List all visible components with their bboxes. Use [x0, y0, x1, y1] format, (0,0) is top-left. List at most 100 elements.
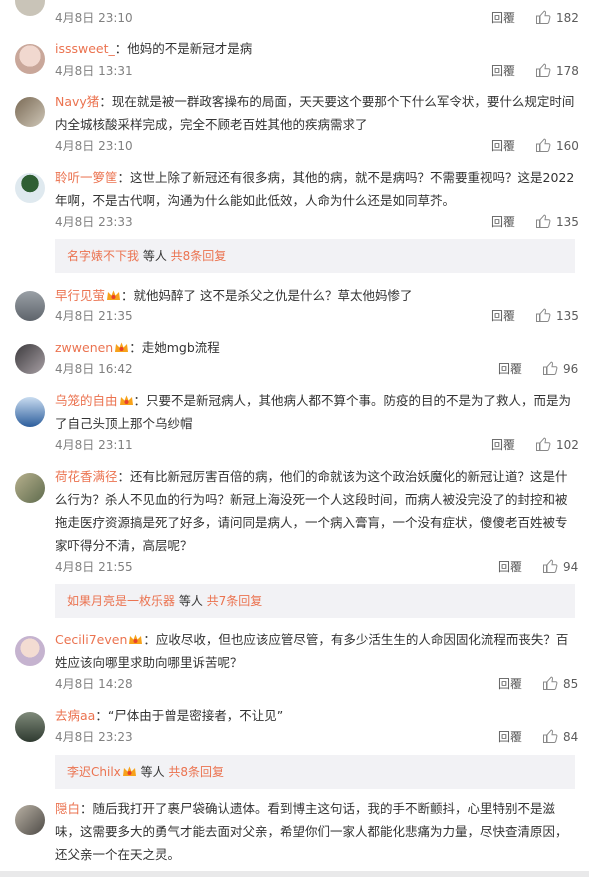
comment-content: ：他妈的不是新冠才是病 — [114, 41, 253, 56]
comment-date: 4月8日 21:35 — [55, 309, 133, 323]
sub-replies-bar[interactable]: 名字婊不下我 等人 共8条回复 — [55, 239, 575, 273]
like-count: 182 — [556, 11, 579, 25]
reply-button[interactable]: 回覆 — [491, 9, 515, 27]
username-link[interactable]: 荷花香满径 — [55, 469, 118, 484]
sub-reply-count[interactable]: 共8条回复 — [171, 249, 227, 263]
crown-badge-icon — [115, 342, 129, 352]
username-link[interactable]: Navy猪 — [55, 94, 99, 109]
comment-item: 4月8日 23:10 回覆 182 — [0, 0, 589, 32]
reply-button[interactable]: 回覆 — [491, 213, 515, 231]
comment-content: ：这世上除了新冠还有很多病，其他的病，就不是病吗？不需要重视吗？这是2022年啊… — [55, 170, 575, 208]
avatar[interactable] — [15, 173, 45, 203]
comment-text: 早行见萤 ：就他妈醉了 这不是杀父之仇是什么？草太他妈惨了 — [55, 284, 575, 307]
like-icon[interactable] — [542, 675, 558, 691]
sub-reply-and: 等人 — [175, 594, 207, 608]
like-icon[interactable] — [535, 436, 551, 452]
sub-reply-count[interactable]: 共8条回复 — [168, 765, 224, 779]
like-count: 135 — [556, 309, 579, 323]
comment-date: 4月8日 23:11 — [55, 438, 133, 452]
comment-text: 荷花香满径：还有比新冠厉害百倍的病，他们的命就该为这个政治妖魔化的新冠让道？这是… — [55, 465, 575, 557]
comment-content: ：还有比新冠厉害百倍的病，他们的命就该为这个政治妖魔化的新冠让道？这是什么行为？… — [55, 469, 568, 553]
comment-date: 4月8日 23:23 — [55, 730, 133, 744]
like-count: 178 — [556, 64, 579, 78]
username-link[interactable]: 聆听一箩筐 — [55, 170, 118, 185]
sub-replies-bar[interactable]: 如果月亮是一枚乐器 等人 共7条回复 — [55, 584, 575, 618]
reply-button[interactable]: 回覆 — [498, 360, 522, 378]
comment-date: 4月8日 21:55 — [55, 560, 133, 574]
username-link[interactable]: 隠白 — [55, 801, 80, 816]
reply-button[interactable]: 回覆 — [491, 137, 515, 155]
sub-replies-bar[interactable]: 李迟Chilx 等人 共8条回复 — [55, 755, 575, 789]
sub-reply-user[interactable]: 名字婊不下我 — [67, 249, 139, 263]
avatar[interactable] — [15, 97, 45, 127]
username-link[interactable]: 乌笼的自由 — [55, 393, 118, 408]
comment-text: 乌笼的自由 ：只要不是新冠病人，其他病人都不算个事。防疫的目的不是为了救人，而是为… — [55, 389, 575, 435]
comment-meta: 4月8日 23:10 回覆 160 — [55, 137, 579, 155]
crown-badge-icon — [129, 634, 143, 644]
comment-text: Cecili7even ：应收尽收，但也应该应管尽管，有多少活生生的人命因固化流程… — [55, 628, 575, 674]
like-icon[interactable] — [535, 307, 551, 323]
comment-list: 4月8日 23:10 回覆 182 isssweet_：他妈的不是新冠才是病 4… — [0, 0, 589, 877]
comment-content: ：随后我打开了裹尸袋确认遗体。看到博主这句话，我的手不断颤抖，心里特别不是滋味，… — [55, 801, 568, 862]
reply-button[interactable]: 回覆 — [491, 436, 515, 454]
avatar[interactable] — [15, 344, 45, 374]
comment-content: ：现在就是被一群政客操布的局面，天天要这个要那个下什么军令状，要什么规定时间内全… — [55, 94, 575, 132]
username-link[interactable]: Cecili7even — [55, 632, 127, 647]
comment-meta: 4月8日 13:31 回覆 178 — [55, 62, 579, 80]
comment-meta: 4月8日 21:35 回覆 135 — [55, 307, 579, 325]
like-count: 135 — [556, 215, 579, 229]
avatar[interactable] — [15, 473, 45, 503]
avatar[interactable] — [15, 805, 45, 835]
sub-reply-user[interactable]: 如果月亮是一枚乐器 — [67, 594, 175, 608]
comment-meta: 4月8日 21:55 回覆 94 — [55, 558, 579, 576]
reply-button[interactable]: 回覆 — [498, 728, 522, 746]
comment-text: Navy猪：现在就是被一群政客操布的局面，天天要这个要那个下什么军令状，要什么规… — [55, 90, 575, 136]
comment-content: ：走她mgb流程 — [129, 340, 220, 355]
avatar[interactable] — [15, 397, 45, 427]
like-icon[interactable] — [535, 137, 551, 153]
comment-date: 4月8日 16:42 — [55, 362, 133, 376]
comment-meta: 4月8日 23:11 回覆 102 — [55, 436, 579, 454]
scroll-bottom-edge — [0, 871, 589, 877]
like-icon[interactable] — [542, 728, 558, 744]
like-icon[interactable] — [542, 360, 558, 376]
like-icon[interactable] — [542, 558, 558, 574]
avatar[interactable] — [15, 0, 45, 16]
username-link[interactable]: 早行见萤 — [55, 288, 105, 303]
like-count: 85 — [563, 677, 579, 691]
comment-content: ：“尸体由于曾是密接者，不让见” — [95, 708, 284, 723]
like-icon[interactable] — [535, 62, 551, 78]
comment-text: zwwenen ：走她mgb流程 — [55, 336, 575, 359]
avatar[interactable] — [15, 291, 45, 321]
comment-date: 4月8日 13:31 — [55, 64, 133, 78]
username-link[interactable]: zwwenen — [55, 340, 113, 355]
comment-meta: 4月8日 14:28 回覆 85 — [55, 675, 579, 693]
crown-badge-icon — [107, 290, 121, 300]
like-icon[interactable] — [535, 9, 551, 25]
comment-text: 隠白：随后我打开了裹尸袋确认遗体。看到博主这句话，我的手不断颤抖，心里特别不是滋… — [55, 797, 575, 866]
like-icon[interactable] — [535, 213, 551, 229]
comment-text: isssweet_：他妈的不是新冠才是病 — [55, 37, 575, 60]
avatar[interactable] — [15, 636, 45, 666]
comment-meta: 4月8日 16:42 回覆 96 — [55, 360, 578, 378]
like-count: 94 — [563, 560, 579, 574]
comment-meta: 4月8日 23:10 回覆 182 — [55, 9, 579, 27]
username-link[interactable]: isssweet_ — [55, 41, 115, 56]
reply-button[interactable]: 回覆 — [498, 675, 522, 693]
crown-badge-icon — [122, 766, 136, 776]
avatar[interactable] — [15, 712, 45, 742]
sub-reply-and: 等人 — [139, 249, 171, 263]
comment-date: 4月8日 23:10 — [55, 11, 133, 25]
comment-meta: 4月8日 23:23 回覆 84 — [55, 728, 578, 746]
sub-reply-user[interactable]: 李迟Chilx — [67, 765, 121, 779]
comment-content: ：就他妈醉了 这不是杀父之仇是什么？草太他妈惨了 — [121, 288, 413, 303]
avatar[interactable] — [15, 44, 45, 74]
like-count: 160 — [556, 139, 579, 153]
sub-reply-count[interactable]: 共7条回复 — [207, 594, 263, 608]
comment-date: 4月8日 23:33 — [55, 215, 133, 229]
reply-button[interactable]: 回覆 — [491, 62, 515, 80]
username-link[interactable]: 去病aa — [55, 708, 95, 723]
reply-button[interactable]: 回覆 — [491, 307, 515, 325]
reply-button[interactable]: 回覆 — [498, 558, 522, 576]
comment-text: 去病aa：“尸体由于曾是密接者，不让见” — [55, 704, 575, 727]
